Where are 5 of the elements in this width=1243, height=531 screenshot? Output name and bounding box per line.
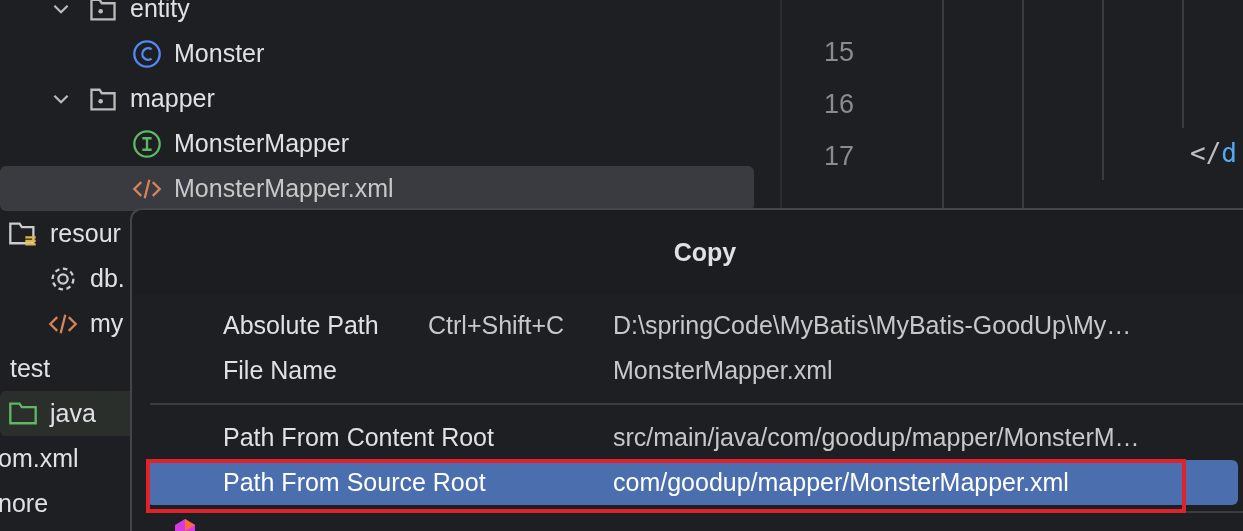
line-number: 15: [823, 36, 856, 69]
line-number: 16: [823, 88, 856, 121]
popup-title: Copy: [673, 238, 737, 267]
code-line: </d: [1190, 138, 1237, 168]
line-number: 17: [823, 140, 856, 173]
